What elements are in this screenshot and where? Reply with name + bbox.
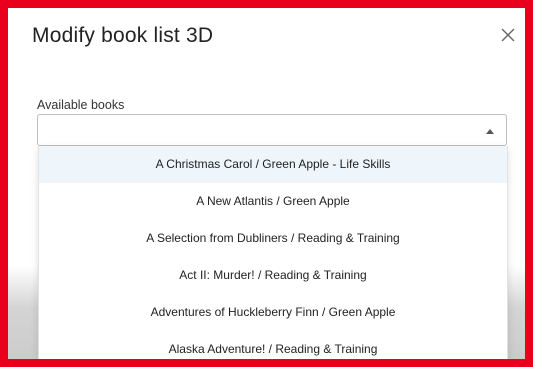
modify-book-list-dialog: Modify book list 3D Available books A Ch… [8,8,525,359]
available-books-select[interactable] [37,114,507,146]
dropdown-option[interactable]: Alaska Adventure! / Reading & Training [39,331,507,359]
dropdown-option[interactable]: Adventures of Huckleberry Finn / Green A… [39,294,507,331]
dropdown-option[interactable]: A Selection from Dubliners / Reading & T… [39,220,507,257]
dialog-title: Modify book list 3D [32,24,214,47]
caret-up-icon [486,129,494,134]
close-icon[interactable] [499,26,517,44]
dropdown-option[interactable]: A New Atlantis / Green Apple [39,183,507,220]
dropdown-option[interactable]: A Christmas Carol / Green Apple - Life S… [39,146,507,183]
red-frame: Modify book list 3D Available books A Ch… [0,0,533,367]
available-books-label: Available books [37,98,125,112]
available-books-dropdown: A Christmas Carol / Green Apple - Life S… [38,146,508,359]
dropdown-option[interactable]: Act II: Murder! / Reading & Training [39,257,507,294]
